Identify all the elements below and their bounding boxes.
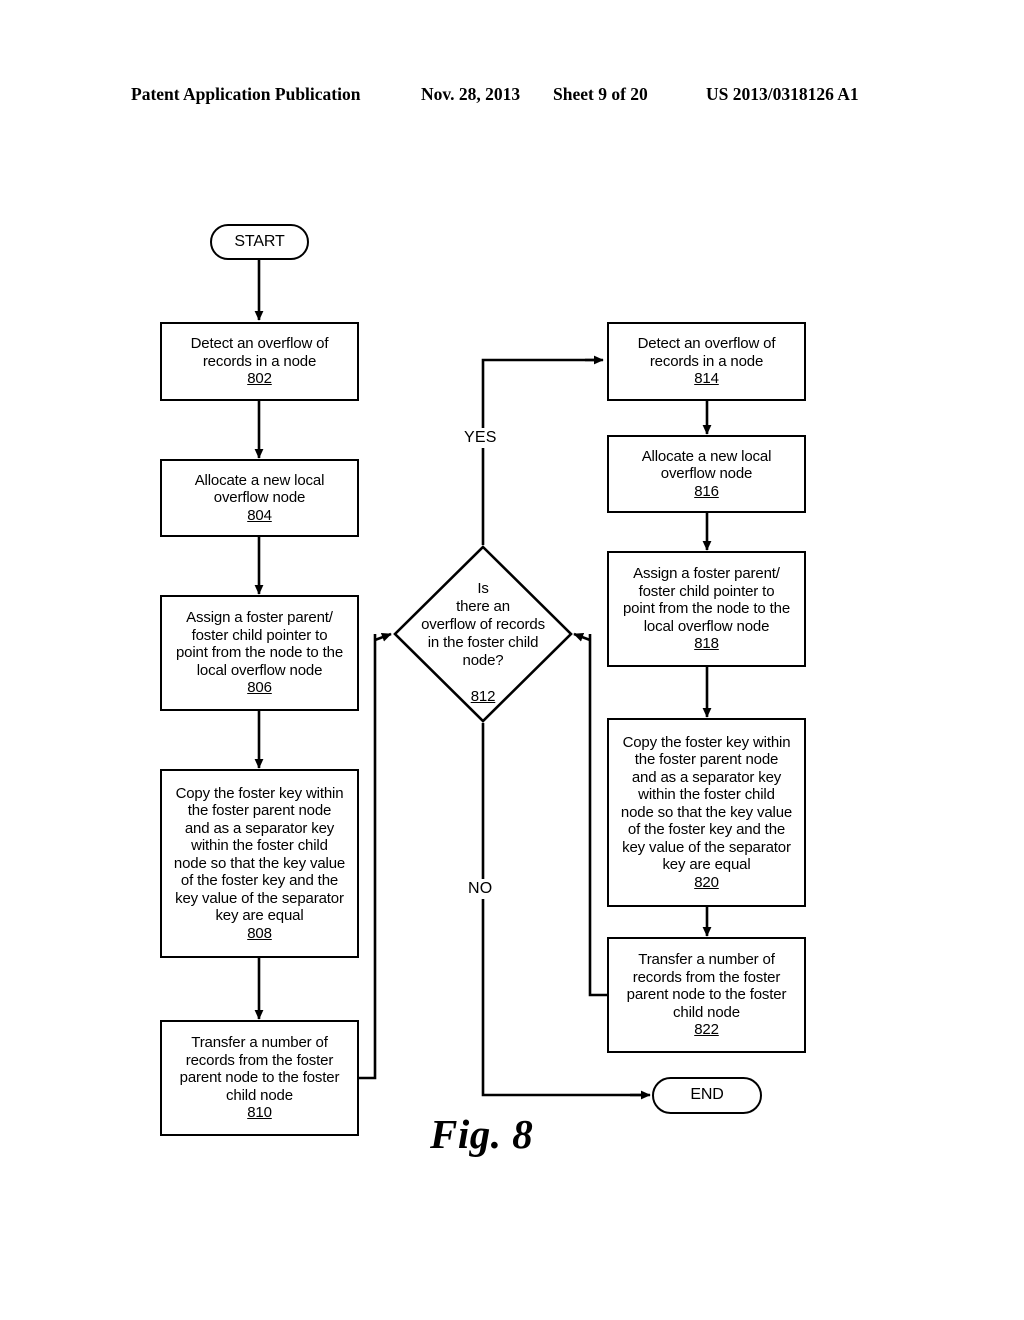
decision-812: Is there an overflow of records in the f… <box>393 545 573 723</box>
step-820-ref: 820 <box>694 873 719 891</box>
step-816: Allocate a new local overflow node 816 <box>607 435 806 513</box>
step-810: Transfer a number of records from the fo… <box>160 1020 359 1136</box>
connector-812-yes-to-814 <box>481 358 601 545</box>
decision-812-label: Is there an overflow of records in the f… <box>393 563 573 706</box>
branch-label-yes: YES <box>461 428 500 448</box>
step-818: Assign a foster parent/ foster child poi… <box>607 551 806 667</box>
step-816-text: Allocate a new local overflow node <box>641 447 772 483</box>
decision-812-text: Is there an overflow of records in the f… <box>421 580 545 669</box>
start-label: START <box>234 232 285 250</box>
step-814-text: Detect an overflow of records in a node <box>637 335 776 370</box>
step-808-text: Copy the foster key within the foster pa… <box>173 784 346 925</box>
branch-label-no: NO <box>465 879 496 899</box>
step-816-ref: 816 <box>694 482 719 500</box>
step-822-ref: 822 <box>694 1021 719 1039</box>
step-818-ref: 818 <box>694 635 719 653</box>
end-label: END <box>690 1086 724 1104</box>
connector-810-to-812 <box>359 634 377 1080</box>
step-808-ref: 808 <box>247 924 272 942</box>
step-810-text: Transfer a number of records from the fo… <box>179 1034 340 1104</box>
step-814: Detect an overflow of records in a node … <box>607 322 806 401</box>
step-822: Transfer a number of records from the fo… <box>607 937 806 1053</box>
step-806: Assign a foster parent/ foster child poi… <box>160 595 359 711</box>
step-820-text: Copy the foster key within the foster pa… <box>620 733 793 874</box>
step-820: Copy the foster key within the foster pa… <box>607 718 806 907</box>
step-810-ref: 810 <box>247 1104 272 1122</box>
step-804-ref: 804 <box>247 506 272 524</box>
step-804-text: Allocate a new local overflow node <box>194 471 325 507</box>
connector-822-to-812 <box>588 634 607 997</box>
step-814-ref: 814 <box>694 370 719 388</box>
step-818-text: Assign a foster parent/ foster child poi… <box>622 565 791 635</box>
arrowhead-into-812-right <box>573 632 591 642</box>
step-804: Allocate a new local overflow node 804 <box>160 459 359 537</box>
start-terminal: START <box>210 224 309 260</box>
arrowhead-into-812-left <box>374 632 392 642</box>
step-802: Detect an overflow of records in a node … <box>160 322 359 401</box>
decision-812-ref: 812 <box>470 687 496 705</box>
step-806-ref: 806 <box>247 679 272 697</box>
flowchart-figure: START Detect an overflow of records in a… <box>0 0 1024 1320</box>
step-822-text: Transfer a number of records from the fo… <box>626 951 787 1021</box>
step-802-text: Detect an overflow of records in a node <box>190 335 329 370</box>
step-808: Copy the foster key within the foster pa… <box>160 769 359 958</box>
figure-caption: Fig. 8 <box>430 1111 534 1157</box>
step-806-text: Assign a foster parent/ foster child poi… <box>175 609 344 679</box>
end-terminal: END <box>652 1077 762 1114</box>
step-802-ref: 802 <box>247 370 272 388</box>
